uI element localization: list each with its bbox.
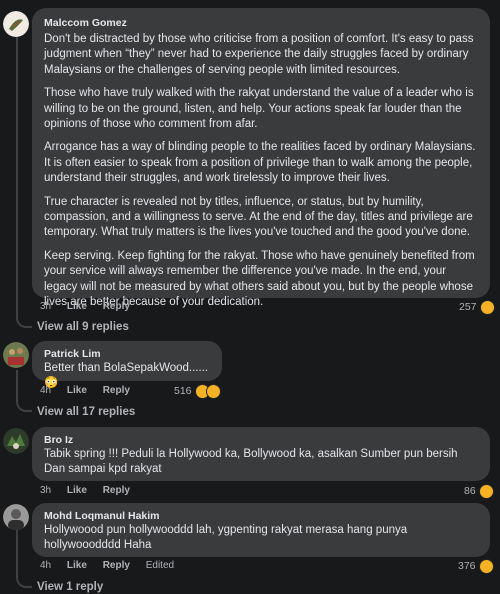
comment-time[interactable]: 3h: [40, 301, 51, 312]
reply-connector: [16, 390, 32, 412]
comment-bubble: Patrick Lim Better than BolaSepakWood...…: [32, 341, 222, 389]
comment-bubble: Bro Iz Tabik spring !!! Peduli la Hollyw…: [32, 427, 490, 481]
comment-time[interactable]: 3h: [40, 485, 51, 496]
reply-button[interactable]: Reply: [103, 485, 130, 496]
comment-paragraph: Don't be distracted by those who critici…: [44, 33, 474, 76]
comment-text: Hollywoood pun hollywooddd lah, ygpentin…: [44, 524, 408, 552]
comment-paragraph: True character is revealed not by titles…: [44, 195, 473, 239]
haha-reaction-icon: [478, 558, 494, 574]
reaction-count: 516: [174, 385, 192, 397]
like-button[interactable]: Like: [67, 560, 87, 571]
reply-button[interactable]: Reply: [103, 301, 130, 312]
avatar[interactable]: [3, 504, 29, 530]
reaction-summary[interactable]: 516: [174, 383, 221, 399]
sad-reaction-icon: [205, 383, 221, 399]
haha-reaction-icon: [479, 299, 495, 315]
comment-time[interactable]: 4h: [40, 385, 51, 396]
reply-button[interactable]: Reply: [103, 560, 130, 571]
comment-author[interactable]: Bro Iz: [44, 433, 480, 447]
comment-bubble: Mohd Loqmanul Hakim Hollywoood pun holly…: [32, 503, 490, 557]
view-replies-link[interactable]: View all 17 replies: [37, 404, 135, 420]
comment-actions: 3h Like Reply: [40, 484, 143, 498]
reply-connector: [16, 568, 32, 588]
comment-paragraph: Arrogance has a way of blinding people t…: [44, 141, 476, 185]
comment-author[interactable]: Patrick Lim: [44, 347, 212, 361]
reply-button[interactable]: Reply: [103, 385, 130, 396]
reply-thread-line: [16, 36, 18, 314]
haha-reaction-icon: [478, 483, 494, 499]
like-button[interactable]: Like: [67, 385, 87, 396]
reaction-summary[interactable]: 376: [458, 558, 494, 574]
like-button[interactable]: Like: [67, 301, 87, 312]
reaction-count: 257: [459, 301, 477, 313]
reply-connector: [16, 300, 32, 328]
reaction-summary[interactable]: 86: [464, 483, 494, 499]
comment-actions: 3h Like Reply: [40, 300, 143, 314]
comment-actions: 4h Like Reply Edited: [40, 559, 187, 573]
reaction-summary[interactable]: 257: [459, 299, 495, 315]
avatar[interactable]: [3, 11, 29, 37]
comment-author[interactable]: Malccom Gomez: [44, 16, 480, 30]
comment-paragraph: Those who have truly walked with the rak…: [44, 87, 474, 131]
avatar[interactable]: [3, 342, 29, 368]
comment-text: Don't be distracted by those who critici…: [44, 32, 480, 311]
comment-time[interactable]: 4h: [40, 560, 51, 571]
view-replies-link[interactable]: View 1 reply: [37, 579, 103, 594]
reaction-count: 86: [464, 485, 476, 497]
comment-actions: 4h Like Reply: [40, 384, 143, 398]
comment-text: Tabik spring !!! Peduli la Hollywood ka,…: [44, 448, 458, 476]
edited-label[interactable]: Edited: [146, 560, 174, 571]
comment-author[interactable]: Mohd Loqmanul Hakim: [44, 509, 480, 523]
comment-bubble: Malccom Gomez Don't be distracted by tho…: [32, 8, 490, 308]
avatar[interactable]: [3, 428, 29, 454]
view-replies-link[interactable]: View all 9 replies: [37, 319, 129, 335]
like-button[interactable]: Like: [67, 485, 87, 496]
reaction-count: 376: [458, 560, 476, 572]
